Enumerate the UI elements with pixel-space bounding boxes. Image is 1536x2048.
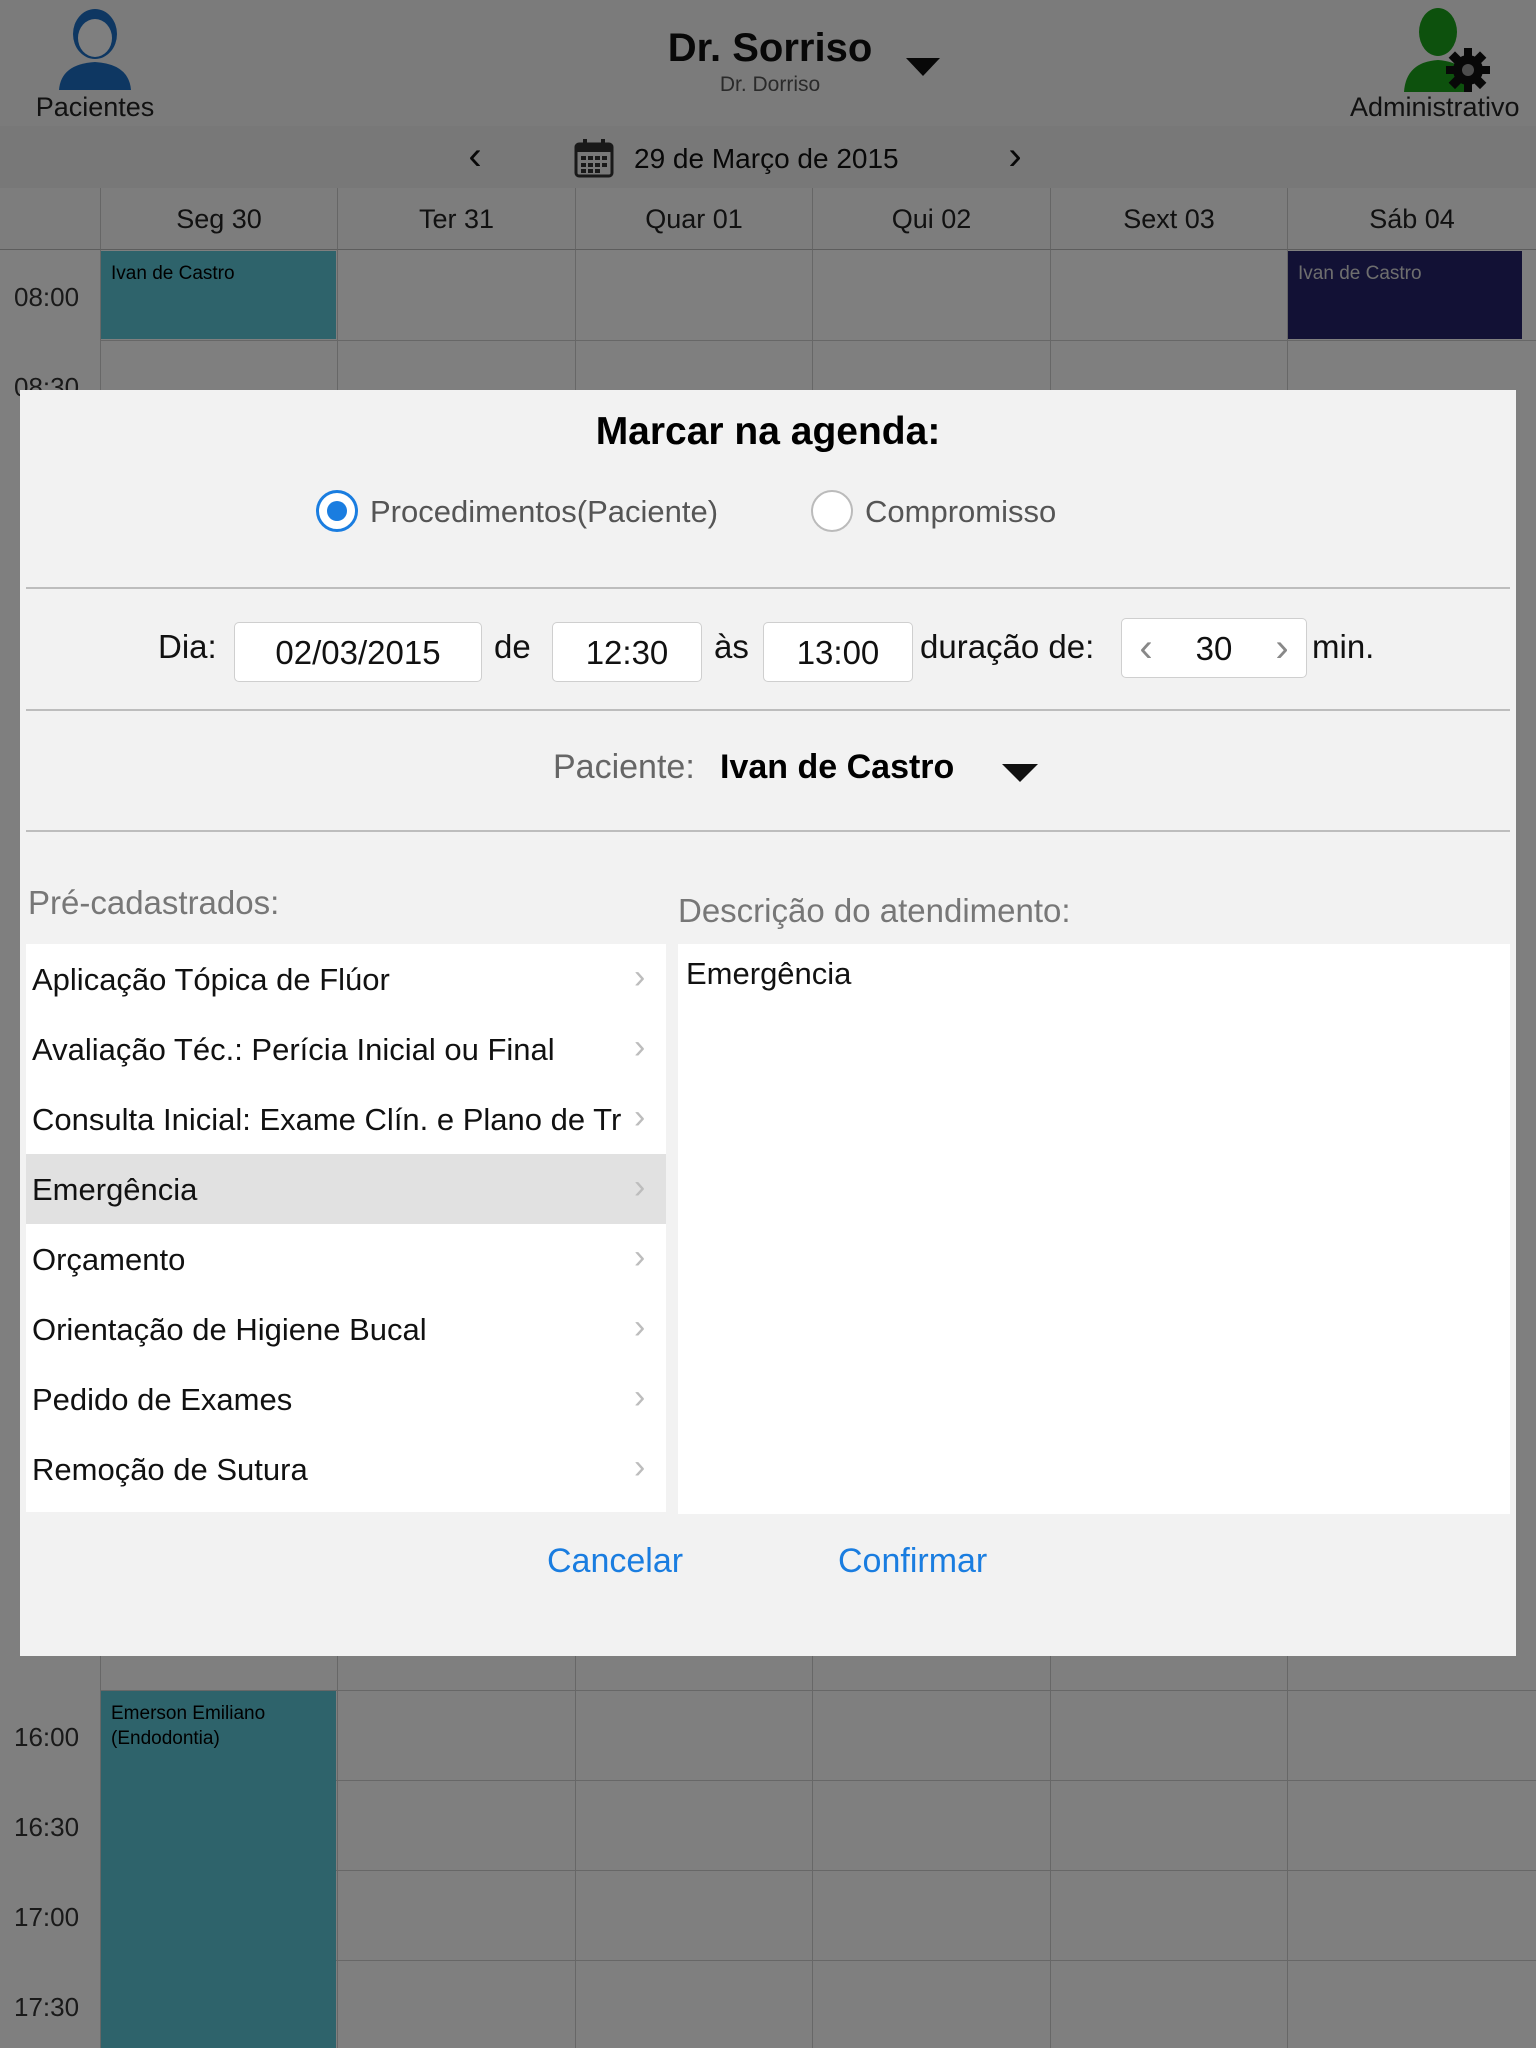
procedure-label: Avaliação Téc.: Perícia Inicial ou Final (32, 1032, 555, 1067)
chevron-right-icon: › (634, 1448, 646, 1486)
min-label: min. (1312, 628, 1375, 665)
procedure-item[interactable]: Avaliação Téc.: Perícia Inicial ou Final… (26, 1014, 666, 1084)
procedure-item[interactable]: Remoção de Sutura › (26, 1434, 666, 1504)
procedure-item[interactable]: Aplicação Tópica de Flúor › (26, 944, 666, 1014)
procedure-label: Consulta Inicial: Exame Clín. e Plano de… (32, 1102, 622, 1137)
radio-unselected-icon[interactable] (811, 490, 853, 532)
procedure-item[interactable]: Consulta Inicial: Exame Clín. e Plano de… (26, 1084, 666, 1154)
duracao-label: duração de: (920, 628, 1095, 665)
procedure-item-selected[interactable]: Emergência › (26, 1154, 666, 1224)
procedure-label: Pedido de Exames (32, 1382, 293, 1417)
chevron-right-icon: › (634, 1378, 646, 1416)
end-time-field[interactable]: 13:00 (763, 622, 913, 682)
chevron-right-icon: › (634, 1028, 646, 1066)
divider (26, 709, 1510, 711)
cancel-button[interactable]: Cancelar (547, 1542, 683, 1581)
chevron-right-icon: › (634, 1098, 646, 1136)
procedure-label: Emergência (32, 1172, 198, 1207)
patient-selector[interactable]: Ivan de Castro (720, 748, 954, 787)
chevron-right-icon: › (634, 1238, 646, 1276)
procedure-label: Orçamento (32, 1242, 186, 1277)
description-heading: Descrição do atendimento: (678, 892, 1071, 929)
confirm-button[interactable]: Confirmar (838, 1542, 987, 1581)
procedure-item[interactable]: Orçamento › (26, 1224, 666, 1294)
chevron-right-icon: › (634, 958, 646, 996)
procedure-label: Aplicação Tópica de Flúor (32, 962, 390, 997)
radio-label: Procedimentos(Paciente) (370, 494, 719, 529)
chevron-right-icon[interactable]: › (1260, 619, 1304, 679)
divider (26, 830, 1510, 832)
start-time-field[interactable]: 12:30 (552, 622, 702, 682)
procedure-label: Remoção de Sutura (32, 1452, 308, 1487)
dialog-title: Marcar na agenda: (595, 410, 941, 453)
chevron-left-icon[interactable]: ‹ (1124, 619, 1168, 679)
duration-value: 30 (1195, 630, 1233, 667)
description-textarea[interactable]: Emergência (678, 944, 1510, 1514)
radio-label: Compromisso (865, 494, 1057, 529)
procedure-label: Orientação de Higiene Bucal (32, 1312, 427, 1347)
de-label: de (494, 628, 531, 665)
procedure-item[interactable]: Orientação de Higiene Bucal › (26, 1294, 666, 1364)
patient-dropdown-icon[interactable] (1002, 764, 1038, 782)
patient-label: Paciente: (553, 748, 695, 786)
chevron-right-icon: › (634, 1308, 646, 1346)
as-label: às (714, 628, 749, 665)
radio-selected-icon[interactable] (316, 490, 358, 532)
procedure-item[interactable]: Pedido de Exames › (26, 1364, 666, 1434)
chevron-right-icon: › (634, 1168, 646, 1206)
divider (26, 587, 1510, 589)
procedure-list: Aplicação Tópica de Flúor › Avaliação Té… (26, 944, 666, 1512)
duration-stepper: ‹ 30 › (1121, 618, 1307, 678)
dia-label: Dia: (158, 628, 217, 665)
schedule-dialog: Marcar na agenda: Procedimentos(Paciente… (20, 390, 1516, 1656)
precadastrados-heading: Pré-cadastrados: (28, 884, 280, 921)
date-field[interactable]: 02/03/2015 (234, 622, 482, 682)
